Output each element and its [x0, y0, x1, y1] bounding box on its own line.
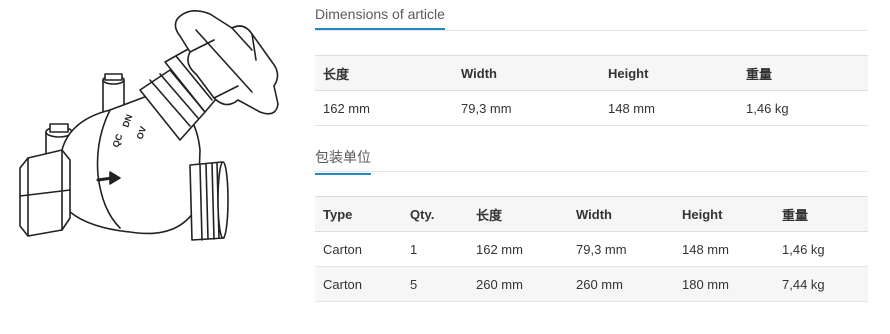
header-width: Width [568, 196, 674, 232]
table-row: Carton 5 260 mm 260 mm 180 mm 7,44 kg [315, 266, 868, 302]
cell-length: 162 mm [468, 231, 568, 267]
header-width: Width [453, 55, 600, 91]
cell-width: 79,3 mm [568, 231, 674, 267]
cell-length: 162 mm [315, 90, 453, 126]
cell-type: Carton [315, 266, 402, 302]
table-row: 162 mm 79,3 mm 148 mm 1,46 kg [315, 90, 868, 126]
cell-weight: 1,46 kg [774, 231, 868, 267]
cell-weight: 1,46 kg [738, 90, 868, 126]
dimensions-header-row: 长度 Width Height 重量 [315, 55, 868, 91]
header-height: Height [674, 196, 774, 232]
cell-type: Carton [315, 231, 402, 267]
packaging-table: Type Qty. 长度 Width Height 重量 Carton 1 16… [315, 196, 868, 302]
dimensions-title-rule [315, 30, 868, 31]
header-type: Type [315, 196, 402, 232]
cell-length: 260 mm [468, 266, 568, 302]
header-weight: 重量 [774, 196, 868, 232]
packaging-title-rule [315, 171, 868, 172]
header-qty: Qty. [402, 196, 468, 232]
header-length: 长度 [468, 196, 568, 232]
product-image: DN QC OV [19, 10, 279, 241]
right-thread [189, 161, 229, 241]
cell-height: 148 mm [600, 90, 738, 126]
cell-weight: 7,44 kg [774, 266, 868, 302]
cell-height: 148 mm [674, 231, 774, 267]
header-height: Height [600, 55, 738, 91]
packaging-header-row: Type Qty. 长度 Width Height 重量 [315, 196, 868, 232]
header-weight: 重量 [738, 55, 868, 91]
left-hex-nut [19, 149, 71, 237]
header-length: 长度 [315, 55, 453, 91]
cell-qty: 5 [402, 266, 468, 302]
cell-width: 79,3 mm [453, 90, 600, 126]
cell-qty: 1 [402, 231, 468, 267]
table-row: Carton 1 162 mm 79,3 mm 148 mm 1,46 kg [315, 231, 868, 267]
cell-width: 260 mm [568, 266, 674, 302]
cell-height: 180 mm [674, 266, 774, 302]
dimensions-title: Dimensions of article [315, 6, 445, 30]
dimensions-table: 长度 Width Height 重量 162 mm 79,3 mm 148 mm… [315, 55, 868, 126]
